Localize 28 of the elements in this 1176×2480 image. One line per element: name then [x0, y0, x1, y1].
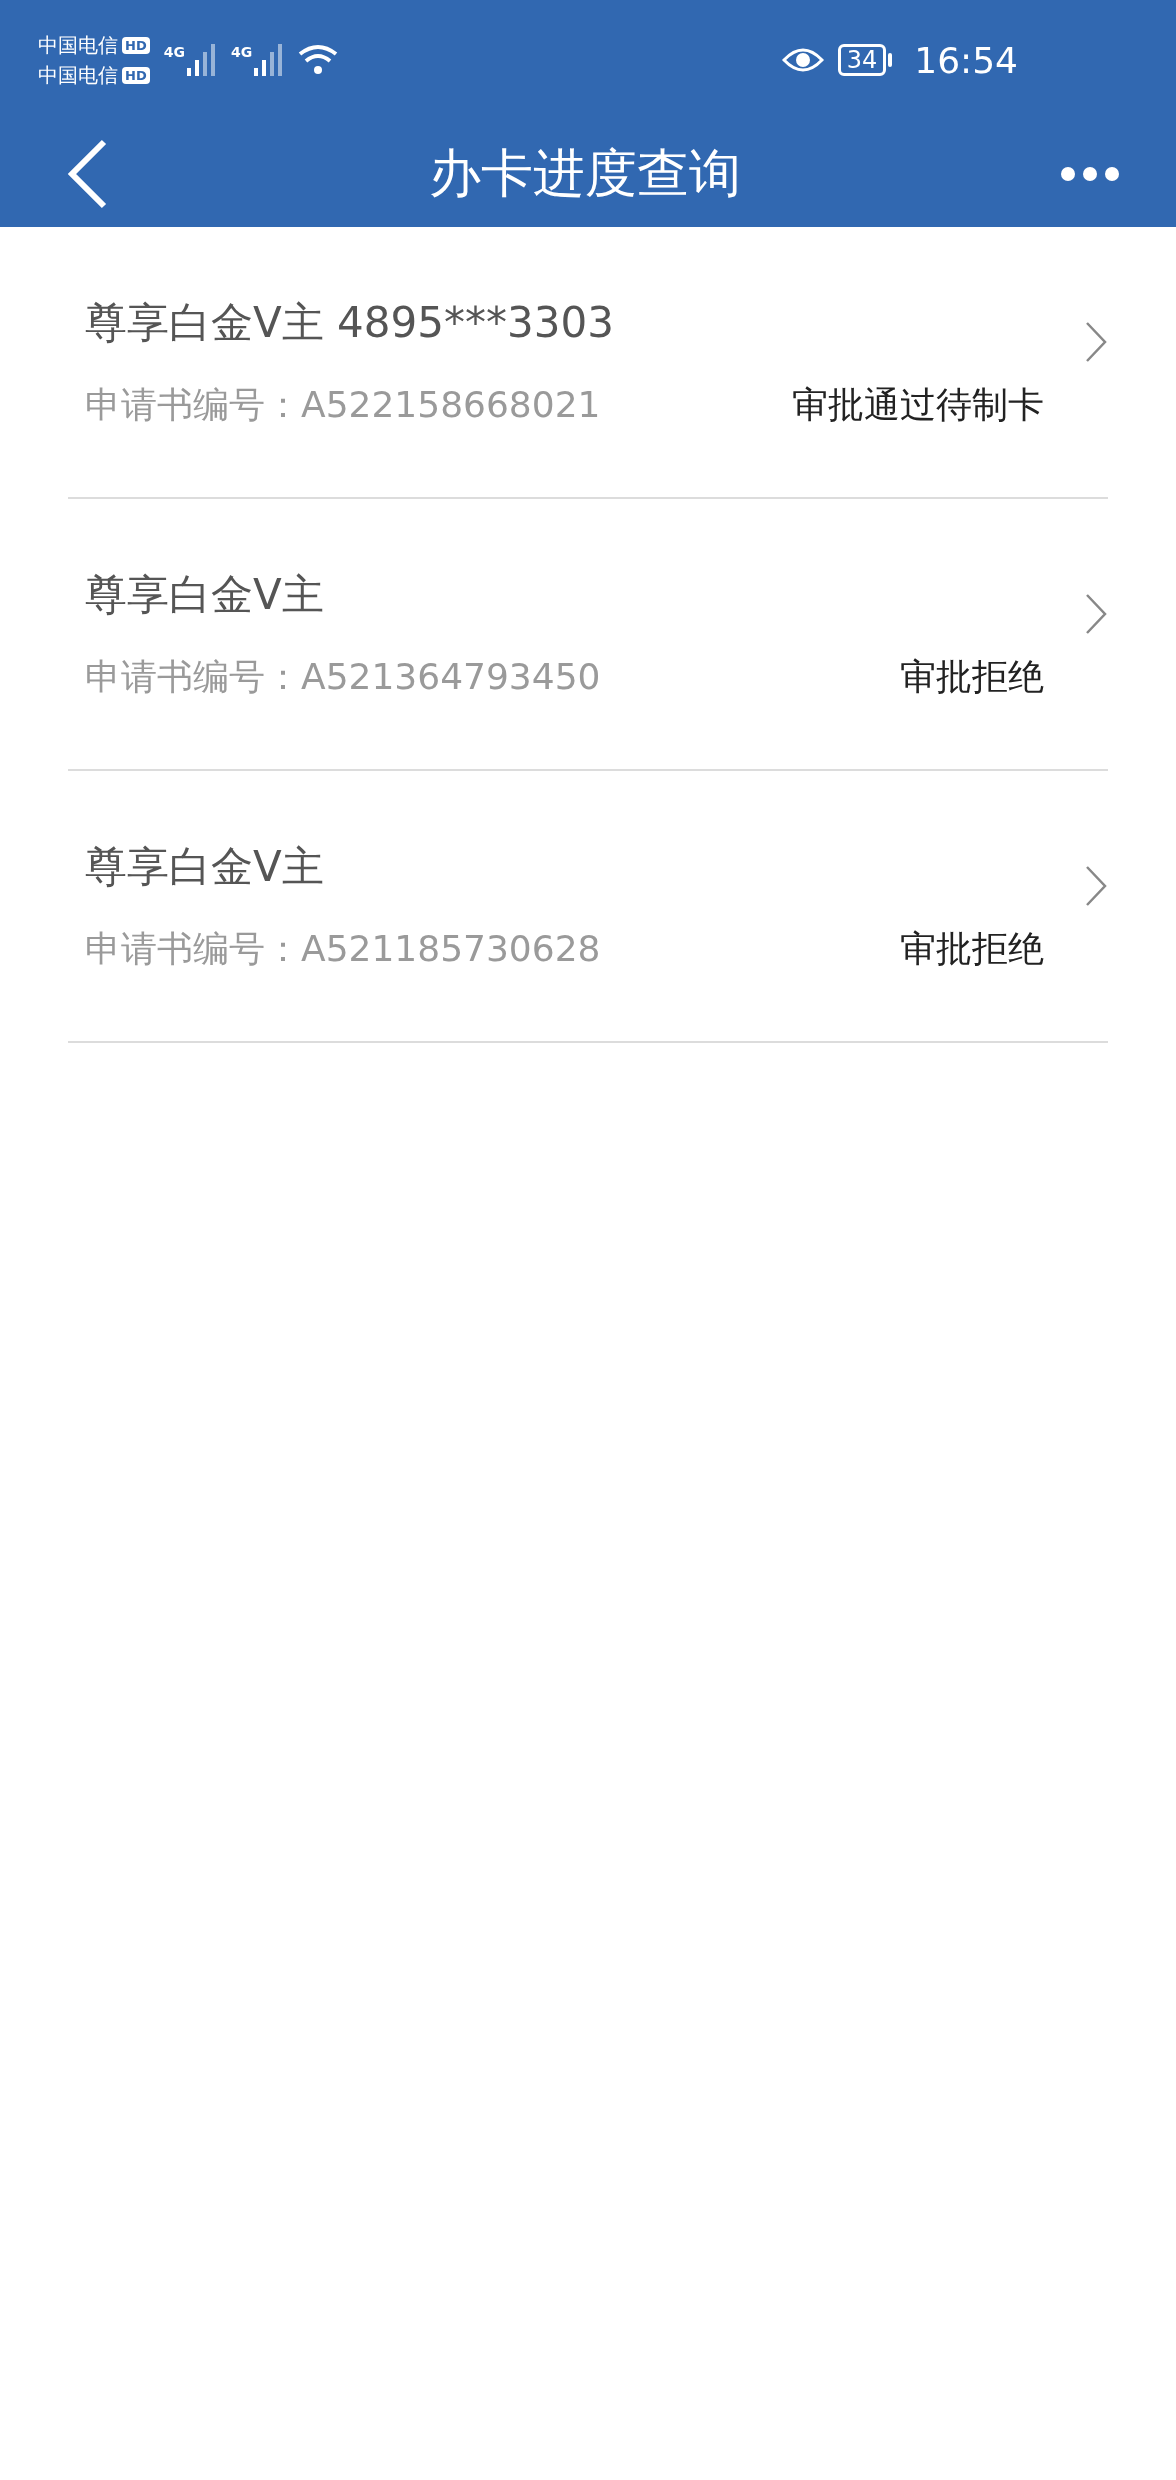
chevron-right-icon — [1084, 864, 1108, 908]
hd-badge: HD — [122, 66, 150, 84]
card-name: 尊享白金V主 — [85, 840, 325, 893]
application-item[interactable]: 尊享白金V主 4895***3303 申请书编号：A522158668021 审批通过待制卡 — [68, 227, 1108, 499]
carrier-name: 中国电信 — [38, 32, 118, 59]
application-item[interactable]: 尊享白金V主 申请书编号：A521185730628 审批拒绝 — [68, 771, 1108, 1043]
application-status: 审批通过待制卡 — [792, 382, 1044, 427]
network-type: 4G — [230, 44, 253, 60]
chevron-right-icon — [1084, 320, 1108, 364]
carrier-name: 中国电信 — [38, 62, 118, 89]
application-status: 审批拒绝 — [900, 926, 1044, 971]
application-item[interactable]: 尊享白金V主 申请书编号：A521364793450 审批拒绝 — [68, 499, 1108, 771]
signal-icon — [254, 44, 285, 76]
application-number: 申请书编号：A521185730628 — [85, 926, 601, 971]
application-number: 申请书编号：A521364793450 — [85, 654, 601, 699]
signal-icon — [186, 44, 217, 76]
page-title: 办卡进度查询 — [429, 141, 741, 205]
hd-badge: HD — [122, 36, 150, 54]
wifi-icon — [298, 44, 339, 76]
eye-icon — [781, 46, 824, 74]
clock: 16:54 — [914, 39, 1018, 81]
chevron-right-icon — [1084, 592, 1108, 636]
application-status: 审批拒绝 — [900, 654, 1044, 699]
battery-level: 34 — [837, 44, 887, 76]
application-number: 申请书编号：A522158668021 — [85, 382, 601, 427]
card-name: 尊享白金V主 4895***3303 — [85, 296, 615, 349]
network-type: 4G — [163, 44, 185, 60]
card-name: 尊享白金V主 — [85, 568, 325, 621]
